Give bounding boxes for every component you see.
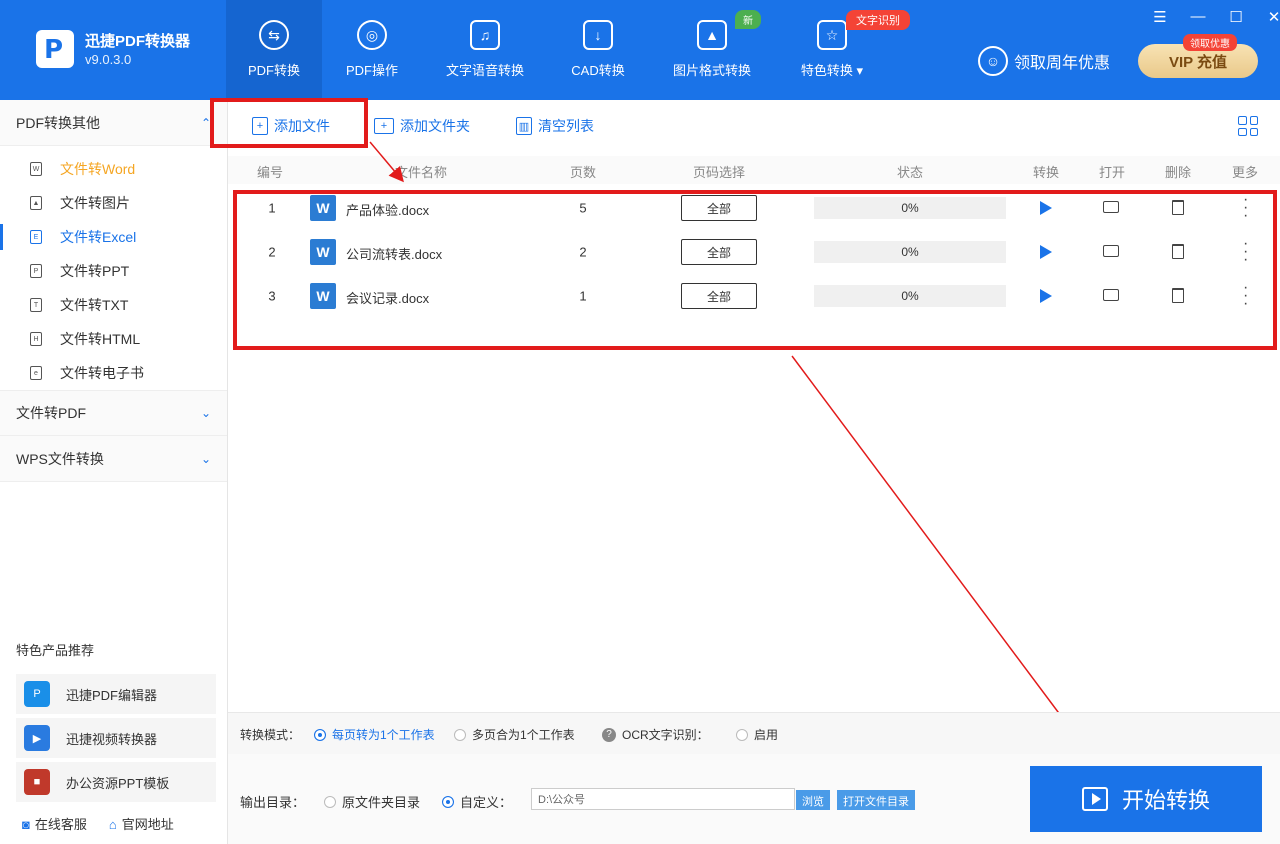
mode-option-per-page[interactable]: 每页转为1个工作表 [314, 726, 435, 743]
ocr-enable-checkbox[interactable]: 启用 [736, 726, 778, 743]
option-label: 每页转为1个工作表 [332, 728, 435, 742]
radio-unselected [454, 728, 466, 741]
ocr-enable-label: 启用 [754, 728, 779, 742]
option-label: 自定义： [460, 795, 513, 810]
start-label: 开始转换 [1121, 788, 1210, 813]
open-folder-button[interactable]: 打开文件目录 [837, 790, 915, 810]
start-convert-button[interactable]: 开始转换 [1030, 766, 1262, 832]
output-label: 输出目录： [240, 795, 306, 810]
option-label: 多页合为1个工作表 [472, 728, 575, 742]
conversion-mode-bar: 转换模式： 每页转为1个工作表 多页合为1个工作表 ? OCR文字识别： 启用 [228, 712, 1280, 754]
arrow-to-start [791, 355, 1072, 731]
checkbox-icon [736, 728, 748, 741]
radio-unselected [324, 795, 336, 808]
mode-label: 转换模式： [240, 728, 301, 742]
radio-selected [442, 795, 454, 808]
option-label: 原文件夹目录 [342, 795, 421, 810]
help-icon[interactable]: ? [602, 727, 616, 742]
output-bar: 输出目录： 原文件夹目录 自定义： 浏览 打开文件目录 开始转换 [228, 754, 1280, 844]
browse-button[interactable]: 浏览 [796, 790, 830, 810]
ocr-label: OCR文字识别： [622, 728, 709, 742]
mode-option-merge[interactable]: 多页合为1个工作表 [454, 726, 575, 743]
radio-selected [314, 728, 326, 741]
output-original-folder-option[interactable]: 原文件夹目录 [324, 792, 420, 811]
play-icon [1081, 787, 1108, 811]
arrow-to-list [369, 141, 404, 183]
output-custom-option[interactable]: 自定义： [442, 792, 512, 811]
output-path-input[interactable] [531, 788, 795, 810]
ocr-setting: ? OCR文字识别： [602, 726, 709, 743]
